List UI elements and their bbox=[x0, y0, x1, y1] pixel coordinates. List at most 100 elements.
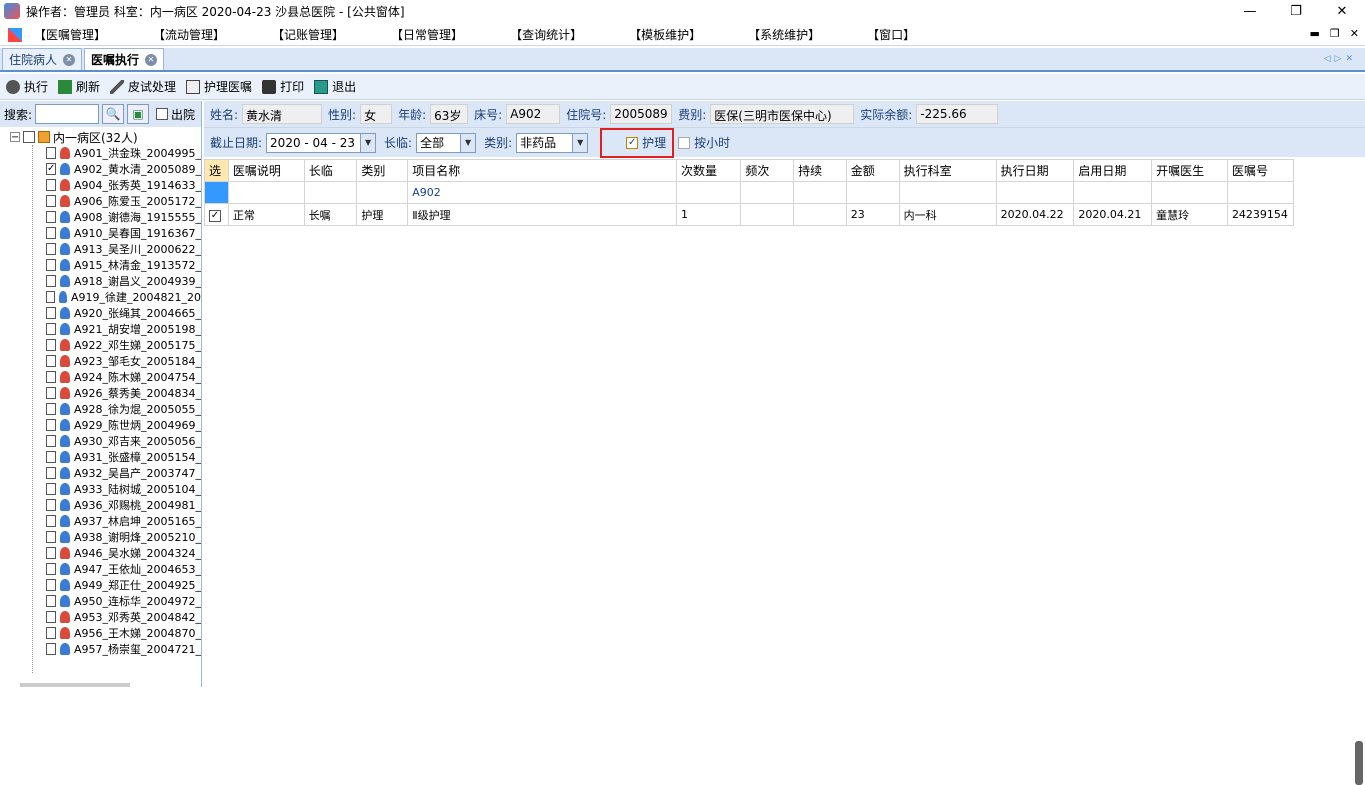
patient-item[interactable]: A929_陈世炳_2004969_ bbox=[0, 417, 201, 433]
search-input[interactable] bbox=[35, 104, 100, 124]
patient-checkbox[interactable] bbox=[46, 419, 57, 431]
tab-close-icon[interactable]: ✕ bbox=[63, 53, 76, 66]
chevron-down-icon[interactable]: ▼ bbox=[360, 133, 376, 152]
menu-query-statistics[interactable]: 【查询统计】 bbox=[510, 26, 582, 43]
patient-checkbox[interactable] bbox=[46, 211, 57, 223]
cutoff-date-picker[interactable]: 2020 - 04 - 23 ▼ bbox=[266, 132, 377, 153]
patient-item[interactable]: A924_陈木娣_2004754_ bbox=[0, 369, 201, 385]
group-row[interactable]: A902 bbox=[204, 181, 1295, 204]
patient-item[interactable]: A950_连标华_2004972_ bbox=[0, 593, 201, 609]
menu-daily-management[interactable]: 【日常管理】 bbox=[391, 26, 463, 43]
patient-item[interactable]: A910_吴春国_1916367_ bbox=[0, 225, 201, 241]
skin-test-button[interactable]: 皮试处理 bbox=[110, 78, 176, 95]
patient-checkbox[interactable] bbox=[46, 227, 57, 239]
patient-item[interactable]: A906_陈爱玉_2005172_ bbox=[0, 193, 201, 209]
patient-checkbox[interactable] bbox=[46, 579, 57, 591]
col-category[interactable]: 类别 bbox=[356, 159, 409, 182]
menu-flow-management[interactable]: 【流动管理】 bbox=[153, 26, 225, 43]
patient-checkbox[interactable] bbox=[46, 243, 57, 255]
patient-item[interactable]: A949_郑正仕_2004925_ bbox=[0, 577, 201, 593]
tree-root-ward[interactable]: − 内一病区(32人) bbox=[0, 129, 201, 145]
col-duration[interactable]: 持续 bbox=[793, 159, 847, 182]
patient-item[interactable]: A923_邹毛女_2005184_ bbox=[0, 353, 201, 369]
patient-checkbox[interactable] bbox=[46, 403, 57, 415]
nursing-order-button[interactable]: 护理医嘱 bbox=[186, 78, 252, 95]
vertical-scrollbar[interactable] bbox=[1355, 741, 1363, 785]
patient-item[interactable]: A920_张绳其_2004665_ bbox=[0, 305, 201, 321]
patient-item[interactable]: A938_谢明烽_2005210_ bbox=[0, 529, 201, 545]
patient-checkbox[interactable] bbox=[46, 643, 57, 655]
search-icon[interactable]: 🔍 bbox=[102, 104, 125, 124]
patient-checkbox[interactable] bbox=[46, 627, 57, 639]
category-select[interactable]: 非药品 ▼ bbox=[516, 132, 589, 153]
patient-checkbox[interactable] bbox=[46, 259, 57, 271]
patient-item[interactable]: A926_蔡秀美_2004834_ bbox=[0, 385, 201, 401]
patient-item[interactable]: A919_徐建_2004821_20 bbox=[0, 289, 201, 305]
nursing-checkbox[interactable]: ✓ bbox=[626, 136, 639, 149]
patient-item[interactable]: A947_王依灿_2004653_ bbox=[0, 561, 201, 577]
col-select[interactable]: 选 bbox=[204, 159, 229, 182]
patient-item[interactable]: ✓ A902_黄水清_2005089_ bbox=[0, 161, 201, 177]
col-doctor[interactable]: 开嘱医生 bbox=[1151, 159, 1228, 182]
tab-order-execution[interactable]: 医嘱执行 ✕ bbox=[84, 48, 165, 70]
patient-item[interactable]: A930_邓吉来_2005056_ bbox=[0, 433, 201, 449]
patient-checkbox[interactable] bbox=[46, 307, 57, 319]
ward-checkbox[interactable] bbox=[23, 131, 35, 143]
refresh-button[interactable]: 刷新 bbox=[58, 78, 100, 95]
patient-checkbox[interactable] bbox=[46, 467, 57, 479]
col-qty[interactable]: 次数量 bbox=[676, 159, 742, 182]
patient-item[interactable]: A957_杨崇玺_2004721_ bbox=[0, 641, 201, 657]
col-frequency[interactable]: 频次 bbox=[740, 159, 795, 182]
menu-template-maintenance[interactable]: 【模板维护】 bbox=[629, 26, 701, 43]
patient-checkbox[interactable] bbox=[46, 323, 57, 335]
patient-item[interactable]: A946_吴水娣_2004324_ bbox=[0, 545, 201, 561]
patient-item[interactable]: A904_张秀英_1914633_ bbox=[0, 177, 201, 193]
close-button[interactable]: ✕ bbox=[1319, 0, 1365, 22]
col-item-name[interactable]: 项目名称 bbox=[407, 159, 678, 182]
tab-scroll-arrows-icon[interactable]: ◁▷✕ bbox=[1324, 54, 1357, 64]
horizontal-scrollbar[interactable] bbox=[20, 683, 130, 687]
menu-window[interactable]: 【窗口】 bbox=[867, 26, 915, 43]
row-select-cell[interactable]: ✓ bbox=[204, 203, 229, 226]
patient-item[interactable]: A922_邓生娣_2005175_ bbox=[0, 337, 201, 353]
menu-system-maintenance[interactable]: 【系统维护】 bbox=[748, 26, 820, 43]
exit-button[interactable]: 退出 bbox=[314, 78, 356, 95]
chevron-down-icon[interactable]: ▼ bbox=[460, 133, 476, 152]
row-checkbox[interactable]: ✓ bbox=[209, 209, 221, 222]
menu-billing-management[interactable]: 【记账管理】 bbox=[272, 26, 344, 43]
patient-item[interactable]: A933_陆树城_2005104_ bbox=[0, 481, 201, 497]
patient-item[interactable]: A936_邓赐桃_2004981_ bbox=[0, 497, 201, 513]
col-exec-date[interactable]: 执行日期 bbox=[995, 159, 1075, 182]
patient-checkbox[interactable] bbox=[46, 147, 57, 159]
patient-checkbox[interactable] bbox=[46, 435, 57, 447]
col-desc[interactable]: 医嘱说明 bbox=[227, 159, 305, 182]
col-amount[interactable]: 金额 bbox=[845, 159, 900, 182]
patient-item[interactable]: A937_林启坤_2005165_ bbox=[0, 513, 201, 529]
hourly-checkbox[interactable] bbox=[678, 136, 691, 149]
col-exec-dept[interactable]: 执行科室 bbox=[898, 159, 997, 182]
col-start-date[interactable]: 启用日期 bbox=[1073, 159, 1153, 182]
minimize-button[interactable]: — bbox=[1227, 0, 1273, 22]
patient-checkbox[interactable] bbox=[46, 611, 57, 623]
menu-order-management[interactable]: 【医嘱管理】 bbox=[34, 26, 106, 43]
patient-checkbox[interactable] bbox=[46, 339, 57, 351]
patient-checkbox[interactable] bbox=[46, 275, 57, 287]
table-row[interactable]: ✓ 正常 长嘱 护理 Ⅱ级护理 1 23 内一科 2020.04.22 2020… bbox=[204, 203, 1295, 226]
patient-item[interactable]: A908_谢德海_1915555_ bbox=[0, 209, 201, 225]
patient-checkbox[interactable] bbox=[46, 499, 57, 511]
patient-item[interactable]: A901_洪金珠_2004995_ bbox=[0, 145, 201, 161]
patient-checkbox[interactable] bbox=[46, 547, 57, 559]
col-term[interactable]: 长临 bbox=[303, 159, 358, 182]
patient-item[interactable]: A931_张盛樟_2005154_ bbox=[0, 449, 201, 465]
tree-collapse-icon[interactable]: − bbox=[10, 132, 20, 143]
patient-checkbox[interactable] bbox=[46, 563, 57, 575]
patient-checkbox[interactable] bbox=[46, 595, 57, 607]
patient-item[interactable]: A932_吴昌产_2003747_ bbox=[0, 465, 201, 481]
refresh-tree-icon[interactable]: ▣ bbox=[127, 104, 150, 124]
mdi-close-button[interactable]: ✕ bbox=[1350, 27, 1359, 40]
patient-checkbox[interactable] bbox=[46, 179, 57, 191]
mdi-minimize-button[interactable]: ▬ bbox=[1310, 27, 1320, 40]
patient-item[interactable]: A921_胡安增_2005198_ bbox=[0, 321, 201, 337]
patient-item[interactable]: A956_王木娣_2004870_ bbox=[0, 625, 201, 641]
patient-checkbox[interactable] bbox=[46, 355, 57, 367]
